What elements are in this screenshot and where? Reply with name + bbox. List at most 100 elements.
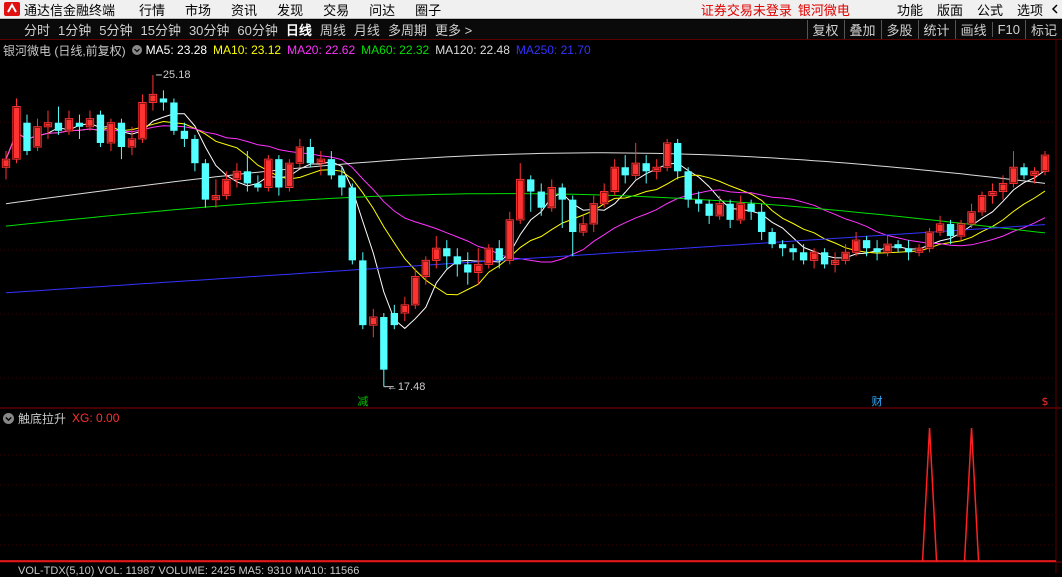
candle-body-up-fill [1032, 172, 1037, 174]
candle-body-down [191, 139, 198, 163]
candle-body-up-fill [402, 306, 407, 312]
candle-body-up-fill [811, 253, 816, 259]
candle-body-down [202, 163, 209, 199]
tab-monthly[interactable]: 月线 [354, 20, 380, 39]
menu-item-faxian[interactable]: 发现 [277, 0, 303, 19]
menu-item-gongneng[interactable]: 功能 [897, 0, 923, 19]
candle-body-up-fill [371, 318, 376, 324]
candle-body-up-fill [297, 148, 302, 162]
candle-body-up-fill [633, 164, 638, 174]
tab-fenshi[interactable]: 分时 [24, 20, 50, 39]
menu-item-zixun[interactable]: 资讯 [231, 0, 257, 19]
candle-body-up-fill [66, 120, 71, 130]
low-price-label: ←17.48 [386, 381, 427, 393]
tab-60min[interactable]: 60分钟 [237, 20, 277, 39]
candle-body-down [873, 248, 880, 252]
sub-indicator-name: 触底拉升 [18, 410, 66, 427]
candle-body-down [349, 187, 356, 260]
candle-body-down [391, 313, 398, 325]
menu-item-wenda[interactable]: 问达 [369, 0, 395, 19]
candle-body-down [181, 131, 188, 139]
candle-body-down [789, 248, 796, 252]
mark-button[interactable]: 标记 [1025, 20, 1062, 39]
candle-body-up-fill [1000, 184, 1005, 190]
tab-more[interactable]: 更多 > [435, 20, 472, 39]
candle-body-up-fill [927, 233, 932, 247]
event-marker-2[interactable]: $ [1042, 395, 1049, 408]
candle-body-up-fill [581, 225, 586, 231]
candle-body-up-fill [213, 197, 218, 199]
candle-body-up-fill [3, 160, 8, 166]
candle-body-down [496, 248, 503, 260]
candle-body-down [800, 252, 807, 260]
toolbar-right-group: 复权 叠加 多股 统计 画线 F10 标记 [807, 20, 1062, 39]
event-marker-0[interactable]: 减 [357, 395, 368, 408]
menu-overflow-icon[interactable] [1050, 3, 1060, 15]
candle-body-up-fill [35, 128, 40, 146]
chart-title: 银河微电 (日线,前复权) [3, 42, 126, 59]
candle-body-up-fill [979, 197, 984, 211]
tab-1min[interactable]: 1分钟 [58, 20, 91, 39]
candle-body-down [170, 102, 177, 130]
ma120-label: MA120: 22.48 [435, 43, 510, 57]
ma250-label: MA250: 21.70 [516, 43, 591, 57]
tab-30min[interactable]: 30分钟 [189, 20, 229, 39]
menu-item-jiaoyi[interactable]: 交易 [323, 0, 349, 19]
overlay-button[interactable]: 叠加 [844, 20, 881, 39]
candle-body-up-fill [413, 278, 418, 304]
candle-body-down [275, 159, 282, 187]
candle-body-up-fill [318, 160, 323, 162]
tab-multi-period[interactable]: 多周期 [388, 20, 427, 39]
candle-body-down [863, 240, 870, 248]
candle-body-up-fill [958, 225, 963, 235]
app-title: 通达信金融终端 [24, 0, 115, 19]
main-legend: 银河微电 (日线,前复权) MA5: 23.28 MA10: 23.12 MA2… [0, 42, 597, 58]
candle-body-down [779, 244, 786, 248]
candle-body-up-fill [937, 225, 942, 231]
candle-body-down [328, 159, 335, 175]
event-marker-1[interactable]: 财 [872, 394, 883, 408]
candle-body-up-fill [423, 261, 428, 275]
menu-bar: 通达信金融终端 行情 市场 资讯 发现 交易 问达 圈子 证券交易未登录 银河微… [0, 0, 1062, 19]
sub-collapse-icon[interactable] [3, 413, 14, 424]
candle-body-up-fill [108, 124, 113, 142]
menu-item-hangqing[interactable]: 行情 [139, 0, 165, 19]
login-warning[interactable]: 证券交易未登录 [701, 0, 792, 19]
candle-body-down [559, 187, 566, 199]
menu-item-banmian[interactable]: 版面 [937, 0, 963, 19]
ma10-line [6, 122, 1045, 295]
f10-button[interactable]: F10 [992, 22, 1025, 37]
multi-stock-button[interactable]: 多股 [881, 20, 918, 39]
adjust-button[interactable]: 复权 [807, 20, 844, 39]
tab-5min[interactable]: 5分钟 [99, 20, 132, 39]
legend-collapse-icon[interactable] [132, 45, 142, 55]
candle-body-down [55, 123, 62, 131]
candle-body-up-fill [287, 164, 292, 186]
candle-body-down [758, 212, 765, 232]
candle-body-up-fill [717, 205, 722, 215]
candle-body-up-fill [602, 193, 607, 203]
candle-body-down [1020, 167, 1027, 175]
tab-weekly[interactable]: 周线 [320, 20, 346, 39]
candle-body-down [947, 224, 954, 236]
stats-button[interactable]: 统计 [918, 20, 955, 39]
candle-body-down [538, 192, 545, 208]
kline-chart[interactable]: 减 财 $ [0, 40, 1062, 573]
candle-body-down [464, 264, 471, 272]
candle-body-down [622, 167, 629, 175]
menu-item-quanzi[interactable]: 圈子 [415, 0, 441, 19]
candle-body-up-fill [234, 172, 239, 178]
candle-body-down [527, 179, 534, 191]
candle-body-down [674, 143, 681, 171]
candle-body-down [726, 204, 733, 220]
candle-body-down [118, 123, 125, 147]
menu-item-xuanxiang[interactable]: 选项 [1017, 0, 1043, 19]
menu-item-shichang[interactable]: 市场 [185, 0, 211, 19]
candle-body-up-fill [1011, 168, 1016, 182]
menu-item-gongshi[interactable]: 公式 [977, 0, 1003, 19]
draw-line-button[interactable]: 画线 [955, 20, 992, 39]
tab-daily[interactable]: 日线 [286, 20, 312, 39]
tab-15min[interactable]: 15分钟 [140, 20, 180, 39]
ma5-line [6, 114, 1045, 329]
candle-body-down [905, 248, 912, 252]
